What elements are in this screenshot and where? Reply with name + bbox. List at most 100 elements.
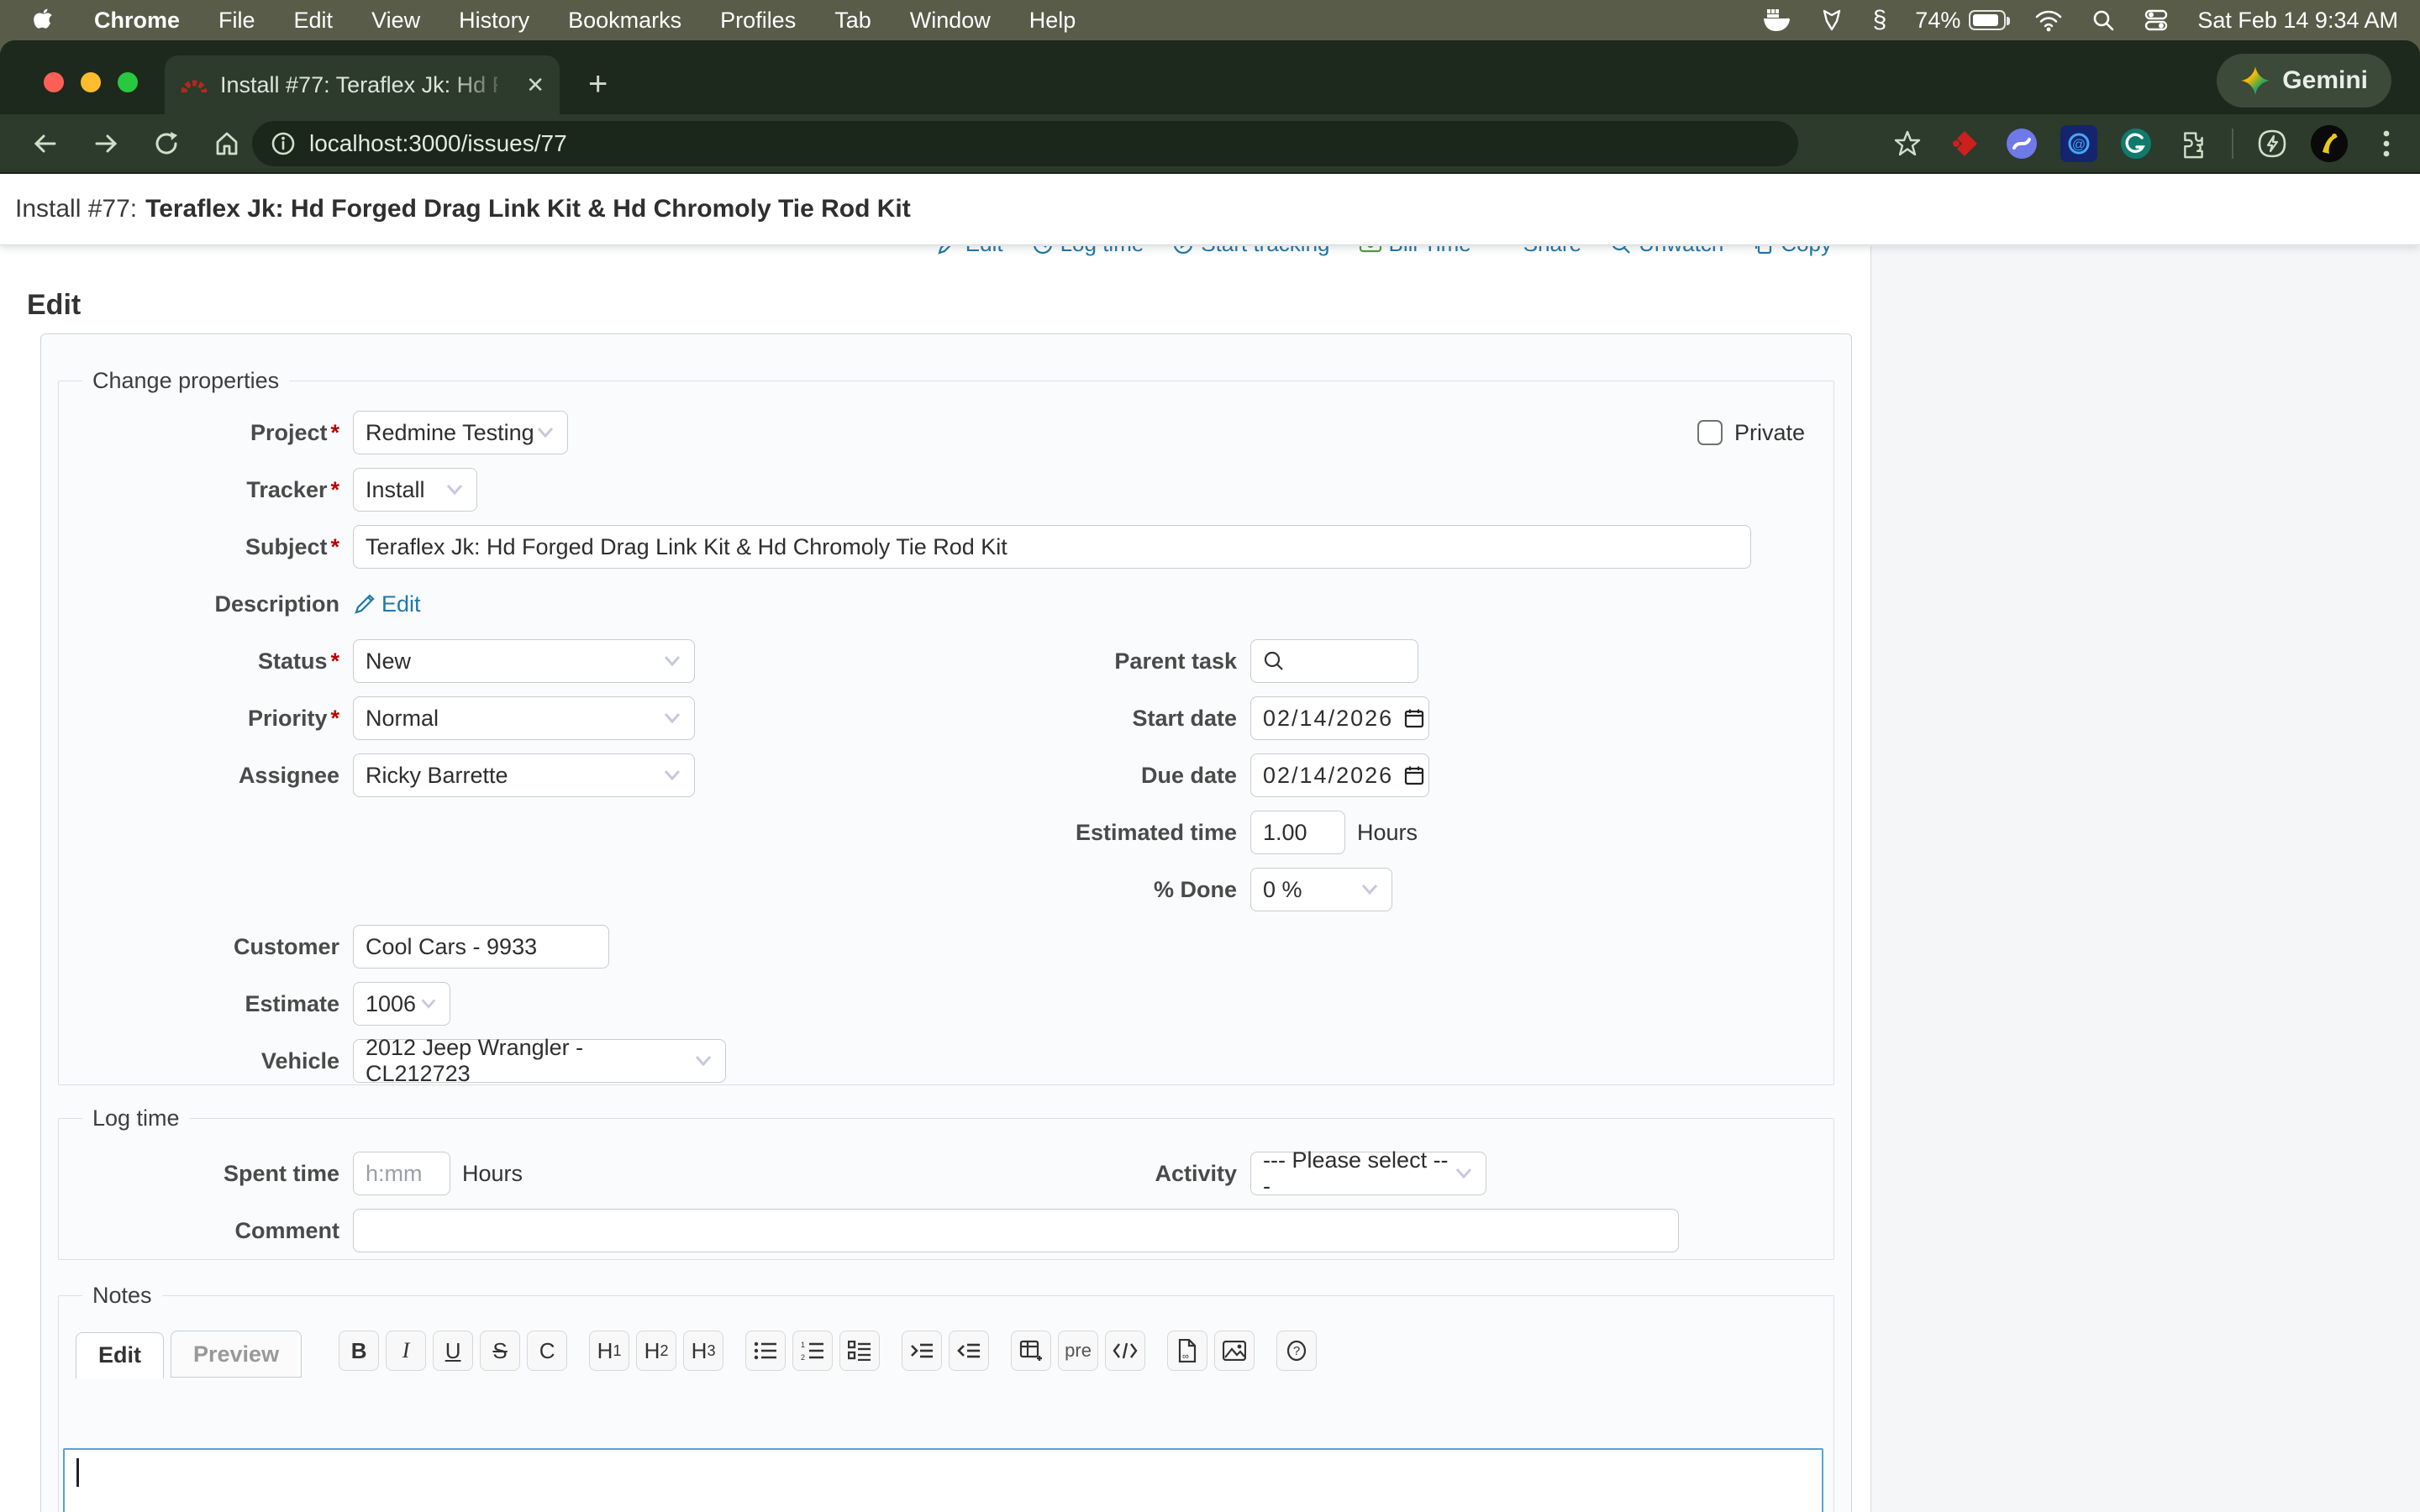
menu-extra-icon-section[interactable]: § <box>1873 6 1887 34</box>
chevron-down-icon <box>419 997 438 1011</box>
calendar-icon[interactable] <box>1403 707 1425 729</box>
priority-select[interactable]: Normal <box>353 696 695 740</box>
extensions-puzzle-icon[interactable] <box>2175 125 2212 162</box>
italic-button[interactable]: I <box>386 1331 426 1371</box>
link-unwatch[interactable]: Unwatch <box>1610 246 1723 257</box>
attach-file-icon[interactable]: ∞ <box>1167 1331 1207 1371</box>
calendar-icon[interactable] <box>1403 764 1425 786</box>
done-ratio-select[interactable]: 0 % <box>1250 868 1392 911</box>
spotlight-search-icon[interactable] <box>2091 8 2115 32</box>
battery-percent: 74% <box>1915 8 1960 34</box>
menubar-item-window[interactable]: Window <box>910 8 991 34</box>
tracker-select[interactable]: Install <box>353 468 477 512</box>
menubar-app-name[interactable]: Chrome <box>94 8 180 34</box>
energy-saver-icon[interactable] <box>2254 125 2291 162</box>
spent-time-input[interactable]: h:mm <box>353 1152 450 1195</box>
tab-title-fade <box>447 55 514 114</box>
profile-avatar[interactable] <box>2311 125 2348 162</box>
parent-task-group: Parent task <box>956 639 1418 683</box>
estimate-select[interactable]: 1006 <box>353 982 450 1026</box>
menubar-item-profiles[interactable]: Profiles <box>720 8 796 34</box>
tab-edit[interactable]: Edit <box>76 1332 164 1379</box>
forward-button[interactable] <box>84 122 128 165</box>
link-bill-time[interactable]: Bill Time <box>1359 246 1471 257</box>
issue-subject-title: Teraflex Jk: Hd Forged Drag Link Kit & H… <box>145 195 911 223</box>
insert-image-icon[interactable] <box>1214 1331 1255 1371</box>
subject-input[interactable]: Teraflex Jk: Hd Forged Drag Link Kit & H… <box>353 525 1751 569</box>
comment-input[interactable] <box>353 1209 1679 1252</box>
bookmark-star-icon[interactable] <box>1889 125 1926 162</box>
extension-red-icon[interactable] <box>1946 125 1983 162</box>
vehicle-select[interactable]: 2012 Jeep Wrangler - CL212723 <box>353 1039 726 1083</box>
estimated-time-input[interactable]: 1.00 <box>1250 811 1345 854</box>
menubar-item-bookmarks[interactable]: Bookmarks <box>568 8 681 34</box>
ordered-list-icon[interactable]: 12 <box>792 1331 833 1371</box>
activity-select[interactable]: --- Please select --- <box>1250 1152 1486 1195</box>
private-checkbox[interactable] <box>1697 420 1723 445</box>
menubar-item-edit[interactable]: Edit <box>294 8 334 34</box>
gemini-button[interactable]: Gemini <box>2217 54 2391 108</box>
control-center-icon[interactable] <box>2144 8 2169 32</box>
link-start-tracking[interactable]: Start tracking <box>1172 246 1329 257</box>
back-button[interactable] <box>24 122 67 165</box>
link-share[interactable]: Share <box>1523 246 1581 257</box>
menubar-item-view[interactable]: View <box>371 8 420 34</box>
insert-table-icon[interactable] <box>1011 1331 1051 1371</box>
apple-logo-icon[interactable] <box>34 8 55 33</box>
notes-textarea[interactable] <box>63 1448 1823 1512</box>
menubar-item-tab[interactable]: Tab <box>834 8 871 34</box>
menubar-item-file[interactable]: File <box>218 8 255 34</box>
new-tab-button[interactable]: + <box>588 67 608 101</box>
site-info-icon[interactable] <box>271 131 296 156</box>
strikethrough-button[interactable]: S <box>480 1331 520 1371</box>
assignee-label: Assignee <box>239 763 339 788</box>
underline-button[interactable]: U <box>433 1331 473 1371</box>
code-block-icon[interactable] <box>1105 1331 1145 1371</box>
outdent-icon[interactable] <box>949 1331 989 1371</box>
inline-code-button[interactable]: C <box>527 1331 567 1371</box>
browser-tab[interactable]: Install #77: Teraflex Jk: Hd Fo ✕ <box>165 55 560 114</box>
indent-icon[interactable] <box>902 1331 942 1371</box>
link-copy[interactable]: Copy <box>1752 246 1832 257</box>
assignee-select[interactable]: Ricky Barrette <box>353 753 695 797</box>
extension-grammarly-icon[interactable] <box>2118 125 2154 162</box>
home-button[interactable] <box>205 122 249 165</box>
menubar-item-history[interactable]: History <box>459 8 529 34</box>
menu-extra-icon-fox[interactable] <box>1819 8 1844 33</box>
task-list-icon[interactable] <box>839 1331 880 1371</box>
link-log-time[interactable]: Log time <box>1032 246 1144 257</box>
customer-input[interactable]: Cool Cars - 9933 <box>353 925 609 969</box>
reload-button[interactable] <box>145 122 188 165</box>
chevron-down-icon <box>693 1054 713 1068</box>
wifi-icon[interactable] <box>2034 8 2063 32</box>
docker-menu-icon[interactable] <box>1762 8 1791 33</box>
heading3-button[interactable]: H3 <box>683 1331 723 1371</box>
close-window-button[interactable] <box>44 72 64 92</box>
start-date-input[interactable]: 02/14/2026 <box>1250 696 1429 740</box>
project-select[interactable]: Redmine Testing <box>353 411 568 454</box>
battery-indicator[interactable]: 74% <box>1915 8 2006 34</box>
status-select[interactable]: New <box>353 639 695 683</box>
zoom-window-button[interactable] <box>118 72 138 92</box>
parent-task-input[interactable] <box>1250 639 1418 683</box>
heading2-button[interactable]: H2 <box>636 1331 676 1371</box>
unordered-list-icon[interactable] <box>745 1331 786 1371</box>
extension-privacy-icon[interactable]: @ <box>2060 125 2097 162</box>
minimize-window-button[interactable] <box>81 72 101 92</box>
menubar-clock[interactable]: Sat Feb 14 9:34 AM <box>2197 8 2398 34</box>
heading1-button[interactable]: H1 <box>589 1331 629 1371</box>
extension-stylus-icon[interactable] <box>2003 125 2040 162</box>
tab-close-icon[interactable]: ✕ <box>526 72 544 98</box>
estimated-time-group: Estimated time 1.00 Hours <box>956 811 1418 854</box>
tab-preview[interactable]: Preview <box>171 1331 302 1378</box>
preformatted-button[interactable]: pre <box>1058 1331 1098 1371</box>
kebab-menu-icon[interactable] <box>2368 125 2405 162</box>
menubar-item-help[interactable]: Help <box>1029 8 1076 34</box>
description-edit-link[interactable]: Edit <box>381 591 421 617</box>
link-edit[interactable]: Edit <box>937 246 1003 257</box>
address-bar[interactable]: localhost:3000/issues/77 <box>252 121 1798 166</box>
due-date-input[interactable]: 02/14/2026 <box>1250 753 1429 797</box>
help-icon[interactable]: ? <box>1276 1331 1317 1371</box>
bold-button[interactable]: B <box>339 1331 379 1371</box>
customer-label: Customer <box>234 934 339 959</box>
